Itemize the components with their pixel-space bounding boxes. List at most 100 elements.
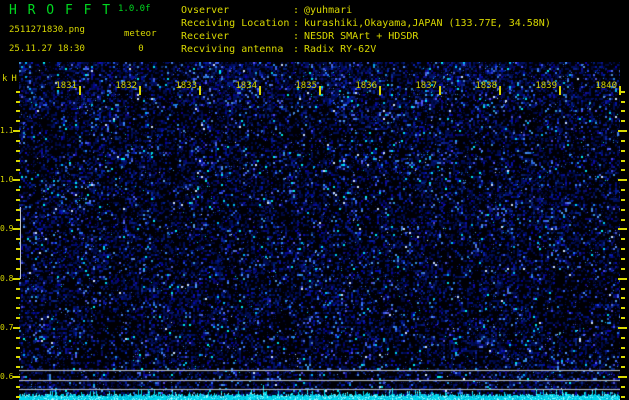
freq-tick-left: [16, 189, 20, 191]
info-row-receiver: Receiver: NESDR SMArt + HDSDR: [181, 30, 551, 43]
freq-tick-left: [16, 307, 20, 309]
freq-tick-right: [621, 199, 625, 201]
freq-tick-left: [13, 278, 20, 280]
output-filename: 2511271830.png: [9, 25, 85, 35]
time-tick: [199, 86, 201, 95]
freq-tick-label: 0.7: [0, 323, 13, 332]
freq-tick-left: [13, 327, 20, 329]
freq-tick-left: [16, 386, 20, 388]
freq-tick-right: [618, 228, 627, 230]
time-tick-label: 1839: [535, 81, 557, 91]
freq-tick-left: [13, 376, 20, 378]
freq-tick-left: [13, 130, 20, 132]
freq-tick-left: [16, 396, 20, 398]
freq-tick-right: [621, 297, 625, 299]
freq-tick-left: [16, 110, 20, 112]
freq-tick-right: [621, 91, 625, 93]
freq-tick-left: [16, 140, 20, 142]
info-value: NESDR SMArt + HDSDR: [304, 31, 419, 42]
freq-tick-right: [621, 140, 625, 142]
freq-tick-label: 1.1: [0, 126, 13, 135]
freq-tick-left: [16, 150, 20, 152]
info-colon: :: [293, 5, 300, 16]
freq-tick-left: [16, 120, 20, 122]
freq-tick-left: [16, 356, 20, 358]
info-row-observer: Ovserver: @yuhmari: [181, 4, 551, 17]
hrofft-screen: H R O F F T 1.0.0f 2511271830.png meteor…: [0, 0, 629, 400]
freq-tick-left: [13, 228, 20, 230]
freq-tick-right: [621, 337, 625, 339]
freq-tick-label: 0.8: [0, 274, 13, 283]
freq-tick-left: [16, 288, 20, 290]
freq-tick-right: [621, 268, 625, 270]
freq-tick-left: [16, 169, 20, 171]
freq-tick-label: 1.0: [0, 175, 13, 184]
freq-tick-left: [16, 347, 20, 349]
freq-tick-right: [621, 347, 625, 349]
time-tick-label: 1832: [115, 81, 137, 91]
time-tick-label: 1836: [355, 81, 377, 91]
time-tick-label: 1834: [235, 81, 257, 91]
time-tick: [439, 86, 441, 95]
meteor-count-value: 0: [138, 44, 144, 54]
freq-tick-left: [16, 199, 20, 201]
freq-tick-right: [621, 169, 625, 171]
time-tick: [259, 86, 261, 95]
freq-tick-right: [621, 209, 625, 211]
freq-tick-right: [621, 189, 625, 191]
time-tick-label: 1835: [295, 81, 317, 91]
freq-tick-right: [621, 307, 625, 309]
freq-tick-left: [16, 160, 20, 162]
freq-tick-right: [621, 101, 625, 103]
freq-tick-right: [621, 386, 625, 388]
freq-tick-left: [16, 91, 20, 93]
time-tick: [499, 86, 501, 95]
info-value: @yuhmari: [304, 5, 353, 16]
timestamp: 25.11.27 18:30: [9, 44, 85, 54]
freq-tick-left: [16, 317, 20, 319]
freq-tick-right: [621, 317, 625, 319]
station-info: Ovserver: @yuhmari Receiving Location: kur…: [181, 4, 551, 56]
time-tick: [559, 86, 561, 95]
freq-tick-right: [621, 219, 625, 221]
freq-tick-right: [618, 376, 627, 378]
time-tick: [139, 86, 141, 95]
freq-tick-right: [621, 150, 625, 152]
freq-tick-right: [618, 179, 627, 181]
info-colon: :: [293, 18, 300, 29]
freq-tick-right: [621, 356, 625, 358]
freq-tick-right: [621, 366, 625, 368]
app-version: 1.0.0f: [118, 4, 151, 14]
freq-tick-right: [618, 130, 627, 132]
freq-tick-right: [621, 288, 625, 290]
freq-tick-right: [621, 160, 625, 162]
spectrogram-canvas: [19, 62, 620, 400]
level-reference-line: [20, 207, 21, 279]
meteor-count-label: meteor: [124, 29, 157, 39]
time-tick: [79, 86, 81, 95]
time-tick: [319, 86, 321, 95]
info-value: kurashiki,Okayama,JAPAN (133.77E, 34.58N…: [304, 18, 551, 29]
freq-tick-right: [621, 396, 625, 398]
time-tick-label: 1837: [415, 81, 437, 91]
time-tick-label: 1831: [55, 81, 77, 91]
freq-tick-left: [16, 297, 20, 299]
info-value: Radix RY-62V: [304, 44, 377, 55]
freq-tick-left: [16, 366, 20, 368]
time-tick-label: 1838: [475, 81, 497, 91]
app-title: H R O F F T: [9, 3, 112, 18]
freq-tick-right: [618, 327, 627, 329]
freq-tick-left: [16, 101, 20, 103]
freq-tick-left: [16, 337, 20, 339]
info-row-antenna: Recviving antenna: Radix RY-62V: [181, 43, 551, 56]
info-label: Receiving Location: [181, 18, 290, 29]
info-colon: :: [293, 44, 300, 55]
freq-tick-right: [621, 110, 625, 112]
freq-tick-right: [621, 258, 625, 260]
info-label: Recviving antenna: [181, 44, 284, 55]
info-label: Receiver: [181, 31, 230, 42]
freq-tick-right: [621, 238, 625, 240]
freq-tick-right: [621, 120, 625, 122]
freq-tick-left: [13, 179, 20, 181]
info-colon: :: [293, 31, 300, 42]
